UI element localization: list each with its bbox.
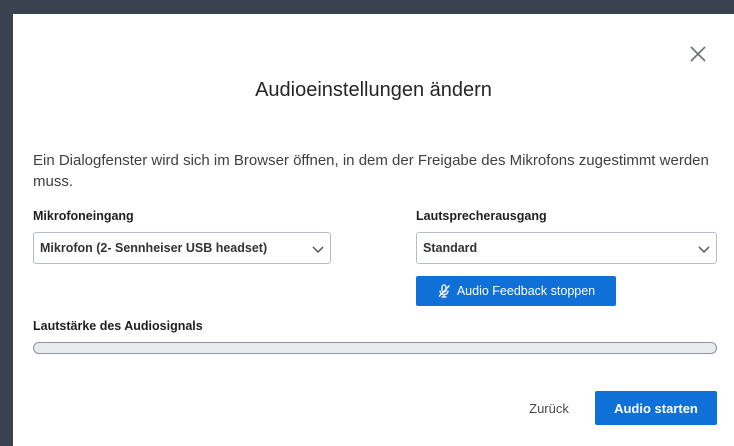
speaker-select-value: Standard	[423, 241, 478, 255]
microphone-select[interactable]: Mikrofon (2- Sennheiser USB headset)	[33, 232, 331, 264]
back-button[interactable]: Zurück	[513, 391, 585, 425]
microphone-select-value: Mikrofon (2- Sennheiser USB headset)	[40, 241, 268, 255]
microphone-muted-icon	[438, 284, 450, 298]
stop-audio-feedback-label: Audio Feedback stoppen	[456, 284, 596, 298]
stop-audio-feedback-button[interactable]: Audio Feedback stoppen	[416, 276, 616, 306]
dialog-title: Audioeinstellungen ändern	[255, 79, 492, 101]
speaker-label: Lautsprecherausgang	[416, 209, 547, 223]
volume-label: Lautstärke des Audiosignals	[33, 319, 203, 333]
close-button[interactable]	[688, 44, 708, 64]
page: Audioeinstellungen ändern Ein Dialogfens…	[0, 0, 734, 446]
audio-settings-dialog: Audioeinstellungen ändern Ein Dialogfens…	[13, 14, 734, 446]
volume-meter	[33, 342, 717, 354]
start-audio-button[interactable]: Audio starten	[595, 391, 717, 425]
info-text: Ein Dialogfenster wird sich im Browser ö…	[33, 152, 709, 190]
chevron-down-icon	[312, 246, 324, 254]
chevron-down-icon	[698, 246, 710, 254]
speaker-select[interactable]: Standard	[416, 232, 717, 264]
close-icon	[690, 46, 706, 62]
backdrop-top	[0, 0, 734, 14]
backdrop-left	[0, 14, 13, 446]
microphone-label: Mikrofoneingang	[33, 209, 134, 223]
